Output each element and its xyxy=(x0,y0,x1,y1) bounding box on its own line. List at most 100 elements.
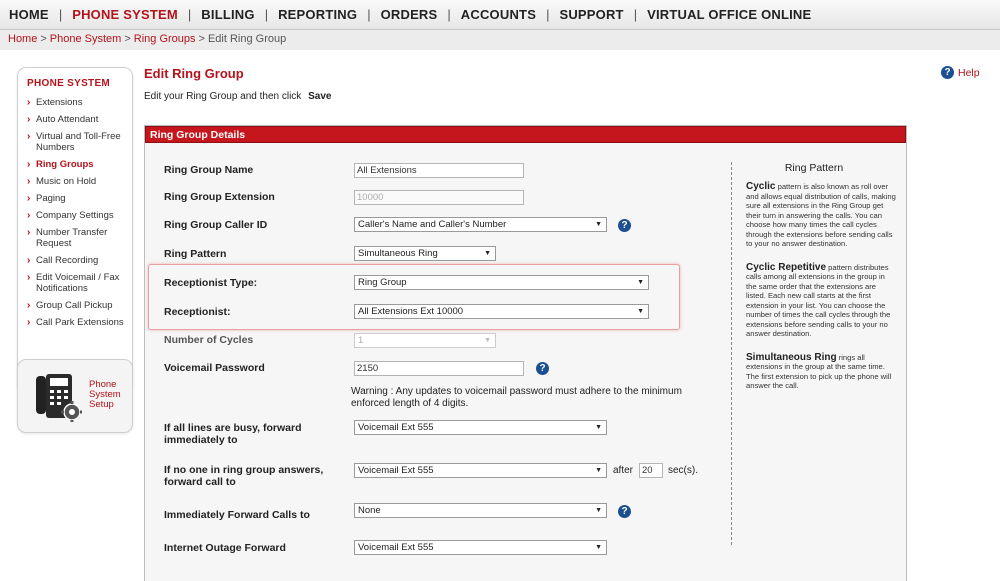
cyclic-help: Cyclic pattern is also known as roll ove… xyxy=(746,181,896,249)
dropdown-arrow-icon: ▼ xyxy=(595,544,602,551)
number-of-cycles-label: Number of Cycles xyxy=(164,334,254,346)
receptionist-label: Receptionist: xyxy=(164,306,231,318)
nav-separator: | xyxy=(546,7,550,22)
caller-id-select[interactable]: Caller's Name and Caller's Number ▼ xyxy=(354,217,607,232)
sidebar-item-call-recording[interactable]: › Call Recording xyxy=(18,255,132,266)
voicemail-password-input[interactable]: 2150 xyxy=(354,361,524,376)
chevron-right-icon: › xyxy=(27,97,31,108)
nav-separator: | xyxy=(447,7,451,22)
voicemail-password-label: Voicemail Password xyxy=(164,362,265,374)
immediate-forward-help-icon[interactable]: ? xyxy=(618,505,631,518)
dropdown-arrow-icon: ▼ xyxy=(637,279,644,286)
chevron-right-icon: › xyxy=(27,193,31,204)
nav-separator: | xyxy=(187,7,192,22)
receptionist-type-select[interactable]: Ring Group ▼ xyxy=(354,275,649,290)
chevron-right-icon: › xyxy=(27,176,31,187)
dropdown-arrow-icon: ▼ xyxy=(484,337,491,344)
nav-separator: | xyxy=(633,7,638,22)
chevron-right-icon: › xyxy=(27,114,31,125)
sidebar-item-call-park[interactable]: › Call Park Extensions xyxy=(18,317,132,328)
immediate-forward-select[interactable]: None ▼ xyxy=(354,503,607,518)
chevron-right-icon: › xyxy=(27,131,31,142)
receptionist-highlight-box xyxy=(148,264,680,330)
nav-virtual-office-online[interactable]: VIRTUAL OFFICE ONLINE xyxy=(647,7,811,22)
seconds-label: sec(s). xyxy=(668,465,698,476)
page-title: Edit Ring Group xyxy=(144,66,244,81)
internet-outage-label: Internet Outage Forward xyxy=(164,542,286,554)
nav-billing[interactable]: BILLING xyxy=(201,7,254,22)
ring-group-extension-input: 10000 xyxy=(354,190,524,205)
nav-reporting[interactable]: REPORTING xyxy=(278,7,357,22)
sidebar-item-voicemail-fax[interactable]: › Edit Voicemail / Fax Notifications xyxy=(18,272,132,294)
internet-outage-select[interactable]: Voicemail Ext 555 ▼ xyxy=(354,540,607,555)
sidebar-item-extensions[interactable]: › Extensions xyxy=(18,97,132,108)
sidebar-item-paging[interactable]: › Paging xyxy=(18,193,132,204)
no-answer-seconds-input[interactable]: 20 xyxy=(639,463,663,478)
sidebar: PHONE SYSTEM › Extensions › Auto Attendant… xyxy=(17,67,133,394)
ring-group-name-label: Ring Group Name xyxy=(164,164,254,176)
chevron-right-icon: › xyxy=(27,210,31,221)
busy-forward-select[interactable]: Voicemail Ext 555 ▼ xyxy=(354,420,607,435)
voicemail-warning: Warning : Any updates to voicemail passw… xyxy=(351,386,682,409)
nav-home[interactable]: HOME xyxy=(9,7,49,22)
after-label: after xyxy=(613,465,634,476)
phone-system-setup-link[interactable]: Phone System Setup xyxy=(17,359,133,433)
cyclic-repetitive-help: Cyclic Repetitive pattern distributes ca… xyxy=(746,261,891,338)
ring-group-name-input[interactable]: All Extensions xyxy=(354,163,524,178)
breadcrumb: Home > Phone System > Ring Groups > Edit Ring … xyxy=(8,33,287,45)
top-nav: HOME | PHONE SYSTEM | BILLING | REPORTIN… xyxy=(0,0,1000,30)
nav-separator: | xyxy=(367,7,371,22)
breadcrumb-current: Edit Ring Group xyxy=(207,33,287,45)
nav-accounts[interactable]: ACCOUNTS xyxy=(461,7,536,22)
dropdown-arrow-icon: ▼ xyxy=(637,308,644,315)
panel-title: Ring Group Details xyxy=(145,126,906,143)
nav-orders[interactable]: ORDERS xyxy=(381,7,438,22)
no-answer-forward-select[interactable]: Voicemail Ext 555 ▼ xyxy=(354,463,607,478)
nav-support[interactable]: SUPPORT xyxy=(559,7,623,22)
breadcrumb-home[interactable]: Home xyxy=(8,33,37,45)
nav-phone-system[interactable]: PHONE SYSTEM xyxy=(72,7,178,22)
busy-forward-label: If all lines are busy, forward immediate… xyxy=(164,422,302,446)
nav-separator: | xyxy=(264,7,269,22)
ring-pattern-help-heading: Ring Pattern xyxy=(784,162,844,174)
ring-pattern-select[interactable]: Simultaneous Ring ▼ xyxy=(354,246,496,261)
sidebar-item-ring-groups[interactable]: › Ring Groups xyxy=(18,159,132,170)
caller-id-label: Ring Group Caller ID xyxy=(164,219,268,231)
desk-phone-gear-icon xyxy=(36,374,82,422)
sidebar-item-music-on-hold[interactable]: › Music on Hold xyxy=(18,176,132,187)
sidebar-item-auto-attendant[interactable]: › Auto Attendant xyxy=(18,114,132,125)
sidebar-item-virtual-toll-free[interactable]: › Virtual and Toll-Free Numbers xyxy=(18,131,132,153)
chevron-right-icon: › xyxy=(27,227,31,238)
voicemail-help-icon[interactable]: ? xyxy=(536,362,549,375)
immediate-forward-label: Immediately Forward Calls to xyxy=(164,509,310,521)
number-of-cycles-select: 1 ▼ xyxy=(354,333,496,348)
chevron-right-icon: › xyxy=(27,300,31,311)
nav-separator: | xyxy=(58,7,63,22)
help-link[interactable]: ? Help xyxy=(941,66,980,79)
breadcrumb-ring-groups[interactable]: Ring Groups xyxy=(134,33,196,45)
dropdown-arrow-icon: ▼ xyxy=(595,221,602,228)
dropdown-arrow-icon: ▼ xyxy=(595,467,602,474)
receptionist-type-label: Receptionist Type: xyxy=(164,277,258,289)
phone-system-setup-label: Phone System Setup xyxy=(89,379,121,410)
ring-group-extension-label: Ring Group Extension xyxy=(164,191,275,203)
sidebar-item-company-settings[interactable]: › Company Settings xyxy=(18,210,132,221)
page-intro: Edit your Ring Group and then click Save xyxy=(144,91,332,102)
receptionist-select[interactable]: All Extensions Ext 10000 ▼ xyxy=(354,304,649,319)
dropdown-arrow-icon: ▼ xyxy=(595,424,602,431)
simultaneous-help: Simultaneous Ring rings all extensions i… xyxy=(746,351,892,390)
dropdown-arrow-icon: ▼ xyxy=(595,507,602,514)
no-answer-forward-label: If no one in ring group answers, forward… xyxy=(164,464,324,488)
sidebar-item-group-call-pickup[interactable]: › Group Call Pickup xyxy=(18,300,132,311)
chevron-right-icon: › xyxy=(27,255,31,266)
caller-id-help-icon[interactable]: ? xyxy=(618,219,631,232)
breadcrumb-phone-system[interactable]: Phone System xyxy=(50,33,122,45)
help-icon: ? xyxy=(941,66,954,79)
sidebar-item-number-transfer[interactable]: › Number Transfer Request xyxy=(18,227,132,249)
ring-pattern-label: Ring Pattern xyxy=(164,248,227,260)
chevron-right-icon: › xyxy=(27,317,31,328)
intro-save-text: Save xyxy=(308,91,332,102)
chevron-right-icon: › xyxy=(27,159,31,170)
sidebar-heading: PHONE SYSTEM xyxy=(27,78,111,89)
dropdown-arrow-icon: ▼ xyxy=(484,250,491,257)
